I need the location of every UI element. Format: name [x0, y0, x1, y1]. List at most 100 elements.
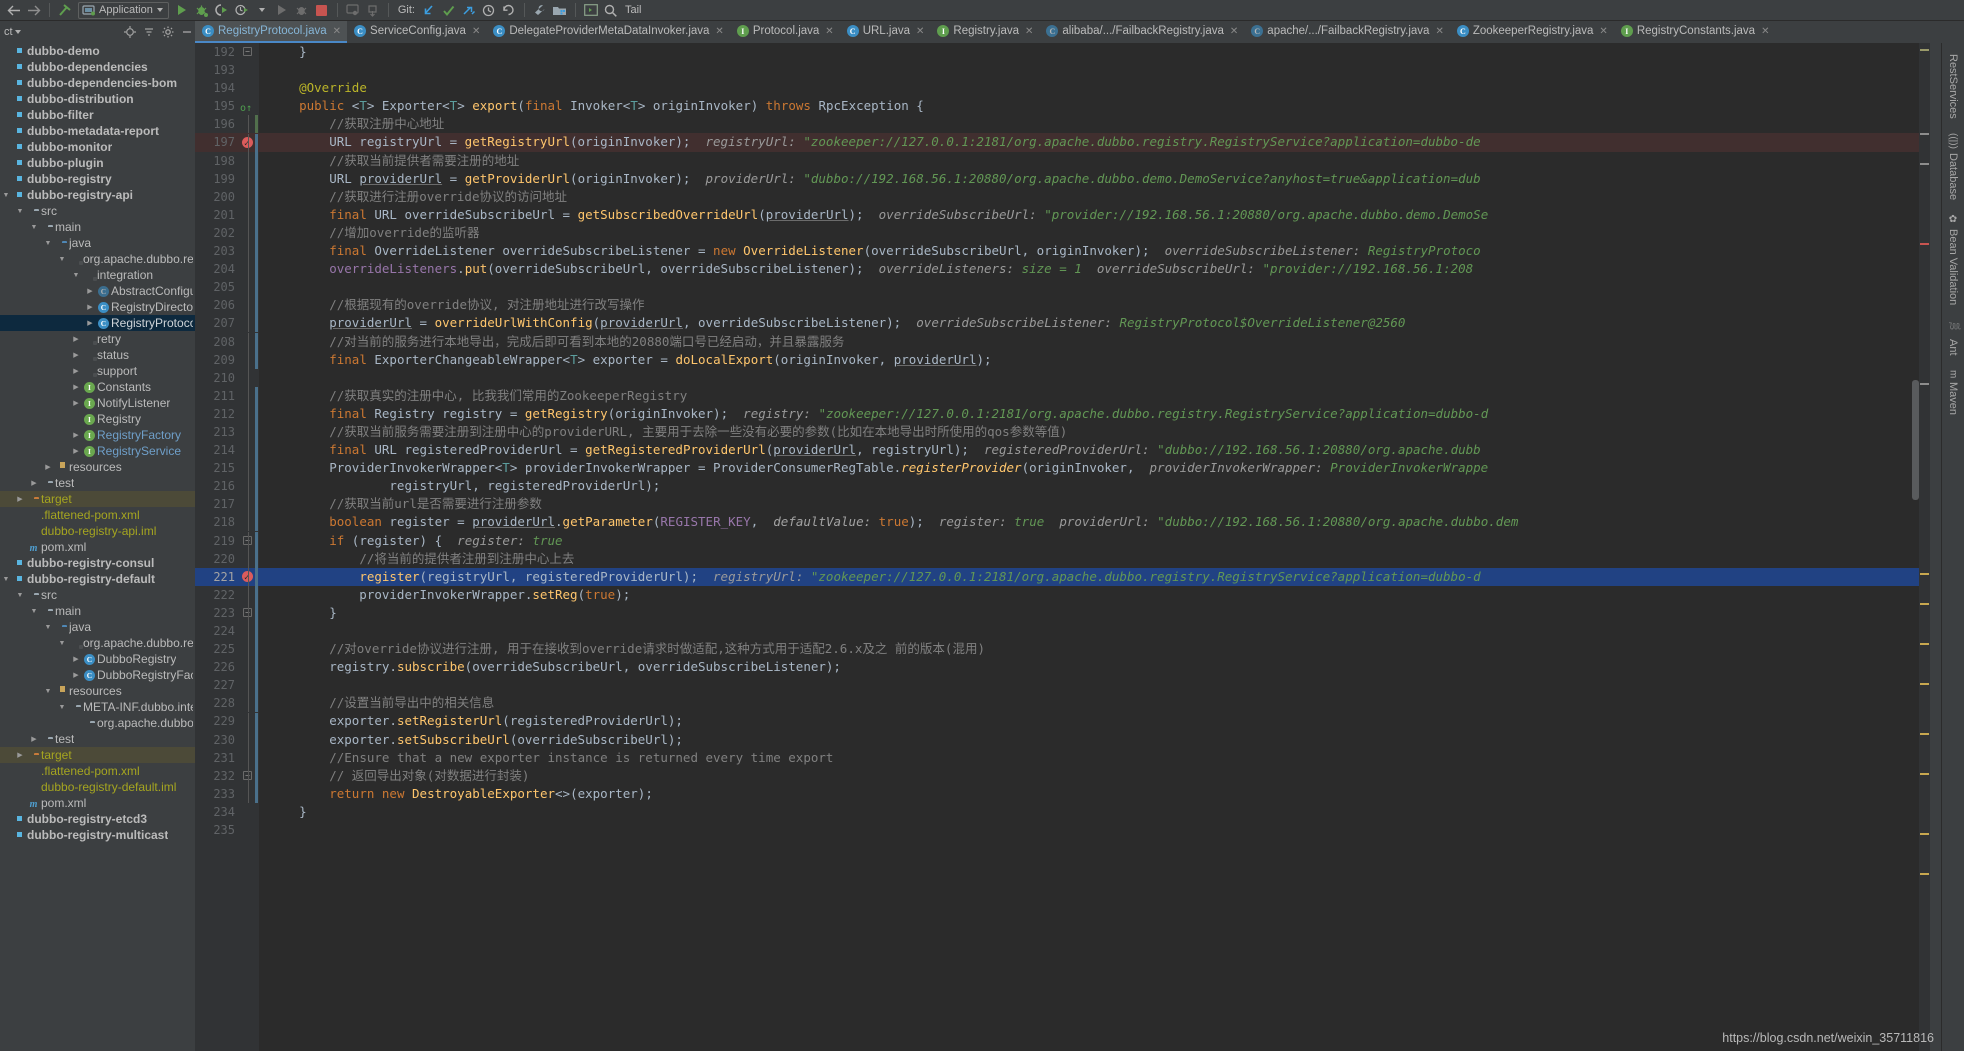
gutter-marker[interactable]: [239, 350, 259, 369]
run-configuration-selector[interactable]: Application: [78, 1, 169, 19]
chevron-right-icon[interactable]: ▶: [14, 495, 26, 503]
code-line[interactable]: 206 //根据现有的override协议, 对注册地址进行改写操作: [195, 296, 1930, 315]
gutter-marker[interactable]: [239, 386, 259, 405]
gutter-marker[interactable]: −: [239, 43, 259, 61]
code-line[interactable]: 207 providerUrl = overrideUrlWithConfig(…: [195, 314, 1930, 333]
gutter-marker[interactable]: [239, 803, 259, 821]
gutter-marker[interactable]: [239, 694, 259, 713]
editor-tab[interactable]: Calibaba/.../FailbackRegistry.java ✕: [1039, 21, 1245, 43]
tree-node[interactable]: ▶CDubboRegistryFactory: [0, 667, 195, 683]
code-line[interactable]: 213 //获取当前服务需要注册到注册中心的providerURL, 主要用于去…: [195, 423, 1930, 442]
settings-wrench-icon[interactable]: [530, 1, 550, 20]
tree-node[interactable]: dubbo-registry-consul: [0, 555, 195, 571]
code-line[interactable]: 196 //获取注册中心地址: [195, 115, 1930, 134]
gutter-marker[interactable]: [239, 477, 259, 496]
code-line[interactable]: 195 o↑ public <T> Exporter<T> export(fina…: [195, 97, 1930, 115]
tree-node[interactable]: ▶ resources: [0, 459, 195, 475]
tree-node[interactable]: ▼ java: [0, 619, 195, 635]
close-icon[interactable]: ✕: [333, 26, 341, 37]
gutter-marker[interactable]: [239, 223, 259, 242]
gutter-marker[interactable]: [239, 459, 259, 478]
chevron-right-icon[interactable]: ▶: [70, 335, 82, 343]
gutter-marker[interactable]: [239, 296, 259, 315]
tree-node[interactable]: dubbo-registry: [0, 171, 195, 187]
gutter-marker[interactable]: [239, 676, 259, 695]
profile-button[interactable]: [232, 1, 252, 20]
tree-node[interactable]: ▶ C DubboRegistry: [0, 651, 195, 667]
project-tree[interactable]: dubbo-demo dubbo-dependencies dubbo-depend…: [0, 43, 195, 1051]
gutter-marker[interactable]: [239, 748, 259, 767]
gutter-marker[interactable]: [239, 513, 259, 532]
tree-node[interactable]: ▼ src: [0, 203, 195, 219]
search-icon[interactable]: [601, 1, 621, 20]
gutter-marker[interactable]: [239, 368, 259, 387]
fold-toggle-icon[interactable]: −: [243, 47, 252, 57]
code-line[interactable]: 203 final OverrideListener overrideSubsc…: [195, 242, 1930, 261]
tree-node[interactable]: dubbo-registry-etcd3: [0, 811, 195, 827]
locate-icon[interactable]: [121, 23, 138, 41]
chevron-down-icon[interactable]: ▼: [56, 640, 68, 647]
code-line[interactable]: 193: [195, 61, 1930, 79]
tree-node[interactable]: ▶ I RegistryFactory: [0, 427, 195, 443]
gutter-marker[interactable]: [239, 495, 259, 514]
chevron-right-icon[interactable]: ▶: [70, 383, 82, 391]
tree-node[interactable]: ▶ status: [0, 347, 195, 363]
gutter-marker[interactable]: o↑: [239, 97, 259, 115]
gutter-marker[interactable]: [239, 133, 259, 153]
code-line[interactable]: 228 //设置当前导出中的相关信息: [195, 694, 1930, 713]
code-line[interactable]: 225 //对override协议进行注册, 用于在接收到override请求时…: [195, 640, 1930, 659]
code-line[interactable]: 199 URL providerUrl = getProviderUrl(ori…: [195, 169, 1930, 188]
gutter-marker[interactable]: −: [239, 766, 259, 785]
code-line[interactable]: 215 ProviderInvokerWrapper<T> providerIn…: [195, 459, 1930, 478]
close-icon[interactable]: ✕: [1025, 26, 1033, 37]
code-line[interactable]: 222 providerInvokerWrapper.setReg(true);: [195, 585, 1930, 604]
code-line[interactable]: 217 //获取当前url是否需要进行注册参数: [195, 495, 1930, 514]
code-line[interactable]: 200 //获取进行注册override协议的访问地址: [195, 187, 1930, 206]
tree-node[interactable]: I Registry: [0, 411, 195, 427]
editor-tab[interactable]: C ZookeeperRegistry.java ✕: [1449, 21, 1614, 43]
code-line[interactable]: 211 //获取真实的注册中心, 比我我们常用的ZookeeperRegistr…: [195, 386, 1930, 405]
chevron-down-icon[interactable]: ▼: [28, 608, 40, 615]
code-line[interactable]: 205: [195, 278, 1930, 297]
tree-node[interactable]: dubbo-monitor: [0, 139, 195, 155]
tree-node[interactable]: dubbo-dependencies: [0, 59, 195, 75]
gutter-marker[interactable]: [239, 79, 259, 97]
tree-node[interactable]: ▶ support: [0, 363, 195, 379]
tool-window-button[interactable]: m Maven: [1943, 363, 1963, 422]
code-line[interactable]: 210: [195, 368, 1930, 387]
chevron-right-icon[interactable]: ▶: [84, 287, 96, 295]
tree-node[interactable]: dubbo-registry-api.iml: [0, 523, 195, 539]
gutter-marker[interactable]: [239, 151, 259, 170]
git-history-icon[interactable]: [479, 1, 499, 20]
inspect-icon[interactable]: [343, 1, 363, 20]
code-line[interactable]: 235: [195, 821, 1930, 839]
tree-node[interactable]: m pom.xml: [0, 539, 195, 555]
chevron-down-icon[interactable]: ▼: [14, 592, 26, 599]
tail-label[interactable]: Tail: [621, 4, 646, 16]
code-line[interactable]: 227: [195, 676, 1930, 695]
editor-tab[interactable]: Capache/.../FailbackRegistry.java ✕: [1244, 21, 1450, 43]
tool-window-button[interactable]: 𓆙 Ant: [1941, 312, 1964, 363]
gutter-marker[interactable]: [239, 441, 259, 460]
gutter-marker[interactable]: [239, 404, 259, 423]
marker-stripe[interactable]: [1919, 43, 1930, 1051]
chevron-right-icon[interactable]: ▶: [84, 319, 96, 327]
gutter-marker[interactable]: [239, 784, 259, 803]
update-project-icon[interactable]: [363, 1, 383, 20]
tree-node[interactable]: ▶ I RegistryService: [0, 443, 195, 459]
chevron-down-icon[interactable]: ▼: [42, 624, 54, 631]
tree-node[interactable]: ▶ retry: [0, 331, 195, 347]
code-line[interactable]: 221 register(registryUrl, registeredProv…: [195, 567, 1930, 587]
gutter-marker[interactable]: [239, 423, 259, 442]
close-icon[interactable]: ✕: [1599, 26, 1607, 37]
chevron-right-icon[interactable]: ▶: [28, 735, 40, 743]
tree-node[interactable]: ▶ I NotifyListener: [0, 395, 195, 411]
chevron-down-icon[interactable]: ▼: [56, 256, 68, 263]
code-line[interactable]: 233 return new DestroyableExporter<>(exp…: [195, 784, 1930, 803]
git-commit-icon[interactable]: [439, 1, 459, 20]
chevron-down-icon[interactable]: ▼: [28, 224, 40, 231]
gear-icon[interactable]: [159, 23, 176, 41]
editor-tab[interactable]: C RegistryProtocol.java ✕: [195, 21, 348, 43]
git-rollback-icon[interactable]: [499, 1, 519, 20]
gutter-marker[interactable]: [239, 549, 259, 568]
